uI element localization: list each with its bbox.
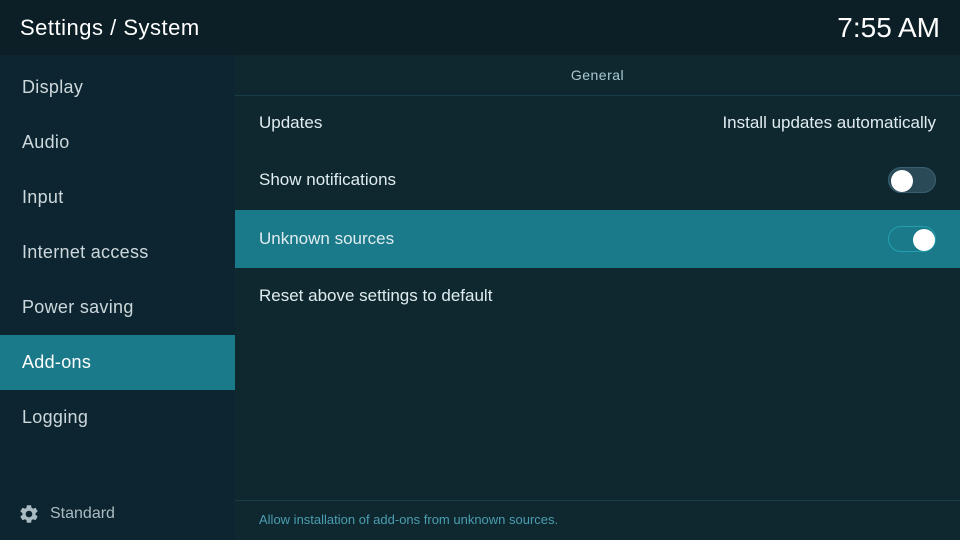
app-container: Settings / System 7:55 AM DisplayAudioIn… (0, 0, 960, 540)
sidebar-item-display[interactable]: Display (0, 60, 235, 115)
sidebar-item-input[interactable]: Input (0, 170, 235, 225)
toggle-show-notifications[interactable] (888, 167, 936, 193)
status-text: Allow installation of add-ons from unkno… (259, 512, 558, 527)
setting-row-updates[interactable]: Updates Install updates automatically (235, 96, 960, 151)
sidebar-item-power-saving[interactable]: Power saving (0, 280, 235, 335)
setting-label-unknown-sources: Unknown sources (259, 229, 394, 249)
setting-row-show-notifications[interactable]: Show notifications (235, 151, 960, 210)
toggle-knob-unknown-sources (913, 229, 935, 251)
content-body: General Updates Install updates automatic… (235, 55, 960, 500)
header: Settings / System 7:55 AM (0, 0, 960, 55)
content-area: General Updates Install updates automatic… (235, 55, 960, 540)
toggle-unknown-sources[interactable] (888, 226, 936, 252)
sidebar: DisplayAudioInputInternet accessPower sa… (0, 55, 235, 540)
sidebar-item-add-ons[interactable]: Add-ons (0, 335, 235, 390)
main-layout: DisplayAudioInputInternet accessPower sa… (0, 55, 960, 540)
setting-value-updates: Install updates automatically (722, 113, 936, 133)
sidebar-footer: Standard (0, 488, 235, 540)
setting-label-reset-settings: Reset above settings to default (259, 286, 492, 306)
setting-row-reset-settings[interactable]: Reset above settings to default (235, 269, 960, 324)
sidebar-item-internet-access[interactable]: Internet access (0, 225, 235, 280)
gear-icon (18, 503, 40, 525)
mode-label: Standard (50, 505, 115, 523)
section-header: General (235, 55, 960, 96)
status-bar: Allow installation of add-ons from unkno… (235, 500, 960, 540)
page-title: Settings / System (20, 15, 200, 41)
toggle-knob-show-notifications (891, 170, 913, 192)
setting-label-show-notifications: Show notifications (259, 170, 396, 190)
sidebar-item-logging[interactable]: Logging (0, 390, 235, 445)
setting-row-unknown-sources[interactable]: Unknown sources (235, 210, 960, 269)
sidebar-item-audio[interactable]: Audio (0, 115, 235, 170)
setting-label-updates: Updates (259, 113, 322, 133)
clock: 7:55 AM (837, 12, 940, 44)
